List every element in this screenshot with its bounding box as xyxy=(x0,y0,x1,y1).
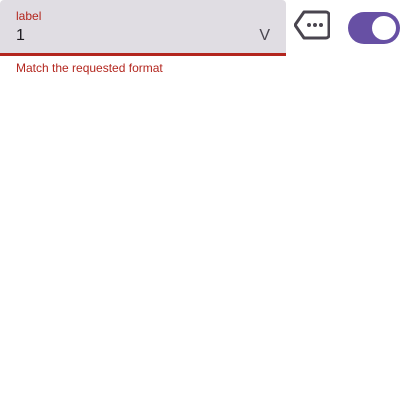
text-field-error-message: Match the requested format xyxy=(16,61,163,75)
text-field[interactable]: label V xyxy=(0,0,286,56)
text-field-label: label xyxy=(16,9,42,23)
text-field-input[interactable] xyxy=(16,25,236,47)
text-field-container: label V Match the requested format xyxy=(0,0,286,75)
label-more-button[interactable] xyxy=(293,10,331,40)
page: label V Match the requested format xyxy=(0,0,400,400)
label-more-icon xyxy=(293,10,331,40)
switch-thumb xyxy=(372,16,396,40)
switch-toggle[interactable] xyxy=(348,12,400,44)
text-field-suffix: V xyxy=(259,27,270,44)
